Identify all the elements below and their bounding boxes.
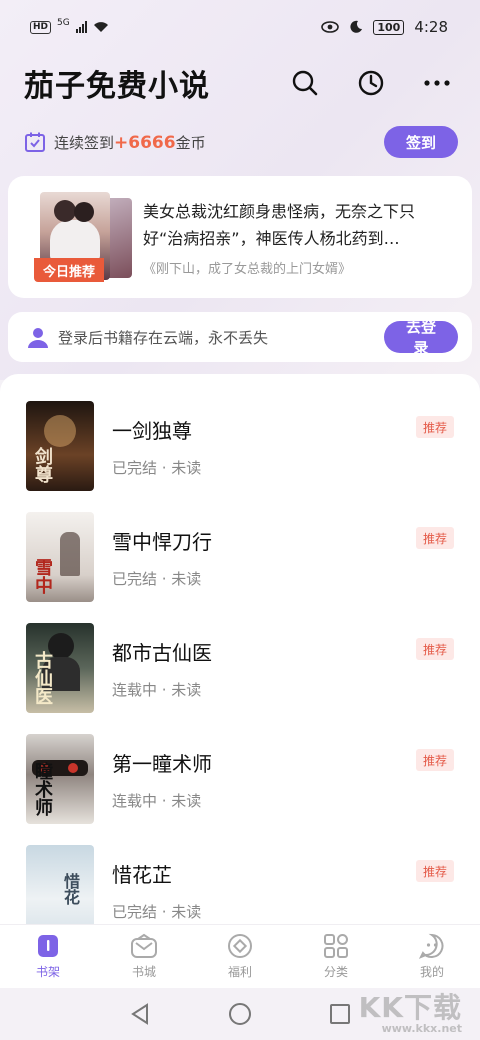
- book-cover: 惜花: [26, 845, 94, 934]
- signal-icon: [75, 21, 87, 33]
- book-status: 已完结 · 未读: [112, 459, 202, 477]
- book-status: 已完结 · 未读: [112, 570, 202, 588]
- book-cover: 古仙医: [26, 623, 94, 713]
- checkin-row: 连续签到+6666金币 签到: [24, 126, 458, 158]
- book-status: 连载中 · 未读: [112, 792, 202, 810]
- network-type: 5G: [57, 18, 70, 28]
- book-status: 已完结 · 未读: [112, 903, 202, 921]
- book-item[interactable]: 雪中 雪中悍刀行 已完结 · 未读 推荐: [0, 512, 480, 623]
- book-title: 都市古仙医: [112, 641, 212, 665]
- book-item[interactable]: 剑尊 一剑独尊 已完结 · 未读 推荐: [0, 401, 480, 512]
- book-cover-text: 古仙医: [32, 651, 53, 705]
- book-cover: 雪中: [26, 512, 94, 602]
- history-clock-icon[interactable]: [356, 68, 386, 98]
- book-cover-text: 惜花: [61, 873, 80, 905]
- book-title: 惜花芷: [112, 863, 172, 887]
- book-cover-text: 剑尊: [32, 447, 53, 483]
- wifi-icon: [93, 22, 108, 32]
- recommend-badge: 推荐: [416, 638, 454, 660]
- home-icon[interactable]: [228, 1002, 252, 1026]
- book-cover: 剑尊: [26, 401, 94, 491]
- checkin-button[interactable]: 签到: [384, 126, 458, 158]
- watermark-logo: KK下载: [358, 991, 462, 1024]
- bookshelf-icon: [38, 935, 58, 957]
- hd-badge: HD: [30, 20, 52, 34]
- bookstore-icon: [131, 933, 157, 958]
- login-prompt-text: 登录后书籍存在云端，永不丢失: [58, 328, 269, 347]
- battery-icon: 100: [373, 19, 405, 35]
- nav-profile[interactable]: 我的: [392, 933, 472, 980]
- today-recommend-tag: 今日推荐: [34, 258, 104, 282]
- book-title: 雪中悍刀行: [112, 530, 212, 554]
- category-icon: [324, 934, 348, 958]
- login-prompt-bar: 登录后书籍存在云端，永不丢失 去登录: [8, 312, 472, 362]
- recommend-badge: 推荐: [416, 527, 454, 549]
- book-item[interactable]: 古仙医 都市古仙医 连载中 · 未读 推荐: [0, 623, 480, 734]
- book-title: 第一瞳术师: [112, 752, 212, 776]
- coin-icon: [228, 934, 252, 958]
- book-item[interactable]: 瞳术师 第一瞳术师 连载中 · 未读 推荐: [0, 734, 480, 845]
- book-status: 连载中 · 未读: [112, 681, 202, 699]
- daily-recommend-card[interactable]: 今日推荐 美女总裁沈红颜身患怪病，无奈之下只好“治病招亲”，神医传人杨北药到… …: [8, 176, 472, 298]
- book-cover-text: 瞳术师: [32, 762, 53, 816]
- back-icon[interactable]: [129, 1003, 151, 1025]
- nav-bookstore[interactable]: 书城: [104, 933, 184, 980]
- book-item[interactable]: 惜花 惜花芷 已完结 · 未读 推荐: [0, 845, 480, 934]
- search-icon[interactable]: [290, 68, 320, 98]
- bookshelf-list: 剑尊 一剑独尊 已完结 · 未读 推荐 雪中 雪中悍刀行 已完结 · 未读 推荐…: [0, 374, 480, 934]
- nav-label: 福利: [227, 965, 252, 979]
- book-cover: 瞳术师: [26, 734, 94, 824]
- more-icon[interactable]: [422, 68, 452, 98]
- nav-bookshelf[interactable]: 书架: [8, 933, 88, 980]
- recent-apps-icon[interactable]: [329, 1003, 351, 1025]
- checkin-suffix: 金币: [175, 133, 206, 152]
- nav-label: 书架: [35, 965, 60, 979]
- status-bar: HD 5G 100 4:28: [0, 0, 480, 54]
- book-title: 一剑独尊: [112, 419, 192, 443]
- user-icon: [28, 328, 48, 348]
- app-title: 茄子免费小说: [24, 69, 210, 104]
- nav-label: 我的: [419, 965, 444, 979]
- checkin-prefix: 连续签到: [54, 133, 115, 152]
- app-header: 茄子免费小说: [24, 58, 456, 108]
- book-cover-text: 雪中: [32, 558, 53, 594]
- login-button[interactable]: 去登录: [384, 318, 458, 357]
- recommend-description: 美女总裁沈红颜身患怪病，无奈之下只好“治病招亲”，神医传人杨北药到…: [143, 202, 416, 248]
- clock-time: 4:28: [414, 18, 448, 36]
- recommend-badge: 推荐: [416, 416, 454, 438]
- recommend-book-title: 《刚下山，成了女总裁的上门女婿》: [143, 262, 352, 277]
- profile-icon: [419, 933, 444, 959]
- nav-label: 分类: [323, 965, 348, 979]
- bottom-nav: 书架 书城 福利 分类 我的: [0, 924, 480, 988]
- recommend-cover: 今日推荐: [34, 192, 134, 284]
- nav-welfare[interactable]: 福利: [200, 933, 280, 980]
- checkin-coin-amount: +6666: [114, 132, 176, 153]
- moon-icon: [350, 20, 363, 33]
- nav-category[interactable]: 分类: [296, 933, 376, 980]
- nav-label: 书城: [131, 965, 156, 979]
- watermark: KK下载 www.kkx.net: [359, 986, 462, 1035]
- recommend-badge: 推荐: [416, 749, 454, 771]
- eye-icon: [321, 21, 340, 33]
- recommend-badge: 推荐: [416, 860, 454, 882]
- calendar-check-icon: [25, 132, 45, 152]
